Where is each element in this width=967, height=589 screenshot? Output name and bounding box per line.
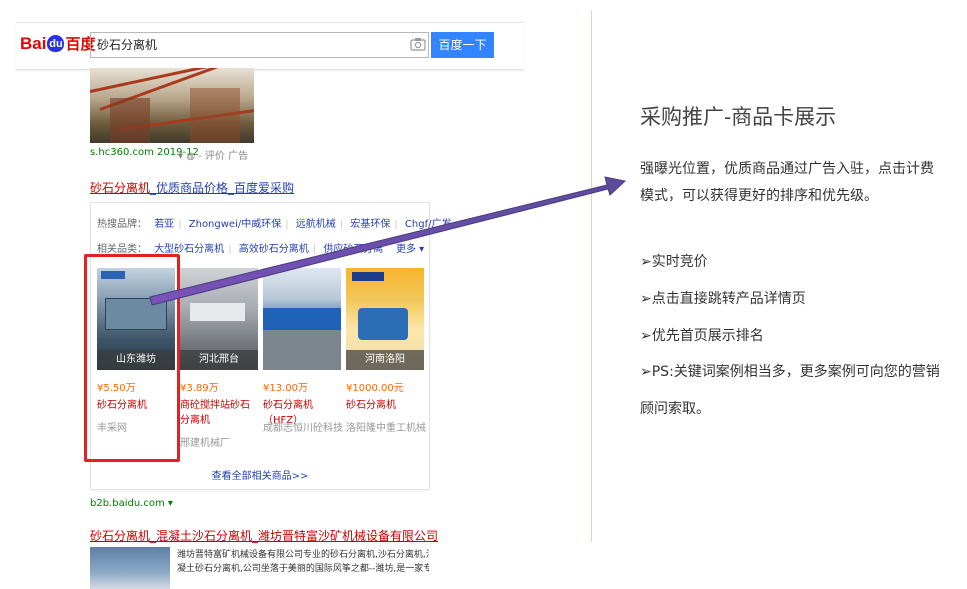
panel-title: 采购推广-商品卡展示	[640, 105, 837, 129]
pointer-arrow	[149, 176, 627, 306]
bullet-arrow-icon: ➢	[640, 254, 652, 270]
feature-item: ➢点击直接跳转产品详情页	[640, 284, 806, 314]
feature-item: ➢PS:关键词案例相当多，更多案例可向您的营销顾问索取。	[640, 354, 945, 428]
feature-text: 点击直接跳转产品详情页	[651, 291, 806, 307]
feature-item: ➢实时竞价	[640, 247, 708, 277]
bullet-arrow-icon: ➢	[640, 291, 652, 307]
feature-item: ➢优先首页展示排名	[640, 321, 764, 351]
feature-text: PS:关键词案例相当多，更多案例可向您的营销顾问索取。	[640, 364, 940, 417]
feature-text: 优先首页展示排名	[651, 328, 764, 344]
bullet-arrow-icon: ➢	[640, 328, 652, 344]
feature-text: 实时竞价	[651, 254, 708, 270]
panel-intro: 强曝光位置，优质商品通过广告入驻，点击计费模式，可以获得更好的排序和优先级。	[640, 161, 934, 204]
bullet-arrow-icon: ➢	[640, 364, 652, 380]
